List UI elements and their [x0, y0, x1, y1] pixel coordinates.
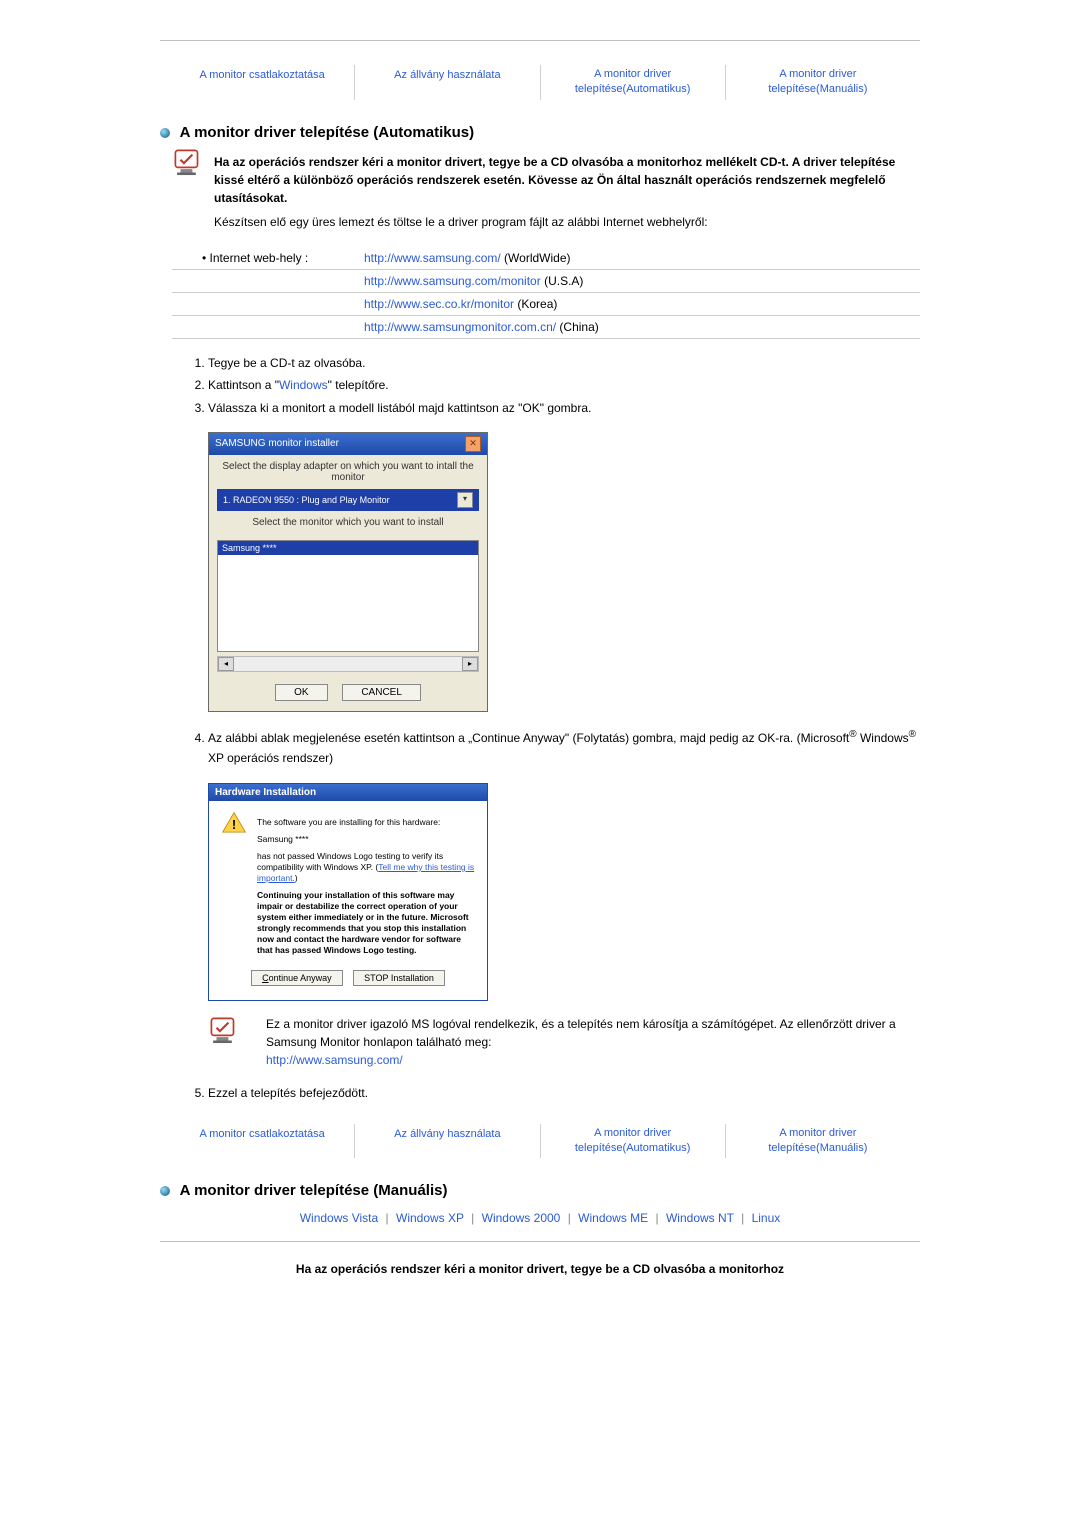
- nav2-manual[interactable]: A monitor driver telepítése(Manuális): [730, 1126, 906, 1157]
- linktable-label: Internet web-hely :: [210, 251, 309, 265]
- hw-line2: Samsung ****: [257, 834, 475, 845]
- hw-line3: has not passed Windows Logo testing to v…: [257, 851, 475, 884]
- hw-line4: Continuing your installation of this sof…: [257, 890, 475, 956]
- close-icon[interactable]: ✕: [465, 436, 481, 452]
- nav2-auto[interactable]: A monitor driver telepítése(Automatikus): [545, 1126, 721, 1157]
- installer-cancel-button[interactable]: CANCEL: [342, 684, 421, 701]
- auto-section-title: A monitor driver telepítése (Automatikus…: [180, 124, 475, 141]
- windows-installer-link[interactable]: Windows: [279, 378, 328, 392]
- os-me[interactable]: Windows ME: [578, 1211, 648, 1225]
- listbox-hscroll[interactable]: ◂ ▸: [217, 656, 479, 672]
- monitor-listbox[interactable]: Samsung ****: [217, 540, 479, 652]
- installer-ok-button[interactable]: OK: [275, 684, 327, 701]
- auto-prep: Készítsen elő egy üres lemezt és töltse …: [214, 213, 920, 231]
- os-2000[interactable]: Windows 2000: [482, 1211, 561, 1225]
- os-linux[interactable]: Linux: [752, 1211, 781, 1225]
- step-3: Válassza ki a monitort a modell listából…: [208, 398, 920, 418]
- link-korea[interactable]: http://www.sec.co.kr/monitor: [364, 297, 514, 311]
- stop-installation-button[interactable]: STOP Installation: [353, 970, 445, 986]
- link-worldwide[interactable]: http://www.samsung.com/: [364, 251, 501, 265]
- link-usa[interactable]: http://www.samsung.com/monitor: [364, 274, 541, 288]
- divider-bottom: [160, 1241, 920, 1242]
- os-xp[interactable]: Windows XP: [396, 1211, 464, 1225]
- scroll-left-icon[interactable]: ◂: [218, 657, 234, 671]
- auto-section-heading: A monitor driver telepítése (Automatikus…: [160, 124, 920, 141]
- link-korea-suffix: (Korea): [514, 297, 557, 311]
- step-4: Az alábbi ablak megjelenése esetén katti…: [208, 726, 920, 769]
- registered-icon: ®: [909, 729, 916, 740]
- warning-icon: !: [221, 811, 247, 833]
- registered-icon: ®: [849, 729, 856, 740]
- continue-anyway-button[interactable]: CContinue Anywayontinue Anyway: [251, 970, 343, 986]
- os-nt[interactable]: Windows NT: [666, 1211, 734, 1225]
- nav-manual[interactable]: A monitor driver telepítése(Manuális): [730, 67, 906, 98]
- internet-links-table: • Internet web-hely : http://www.samsung…: [172, 247, 920, 339]
- nav-auto[interactable]: A monitor driver telepítése(Automatikus): [545, 67, 721, 98]
- auto-warning: Ha az operációs rendszer kéri a monitor …: [214, 153, 920, 207]
- nav2-stand[interactable]: Az állvány használata: [394, 1127, 500, 1142]
- svg-text:!: !: [232, 817, 236, 832]
- steps-list-cont: Az alábbi ablak megjelenése esetén katti…: [208, 726, 920, 769]
- step-2: Kattintson a "Windows" telepítőre.: [208, 375, 920, 395]
- note-link[interactable]: http://www.samsung.com/: [266, 1053, 403, 1067]
- link-china[interactable]: http://www.samsungmonitor.com.cn/: [364, 320, 556, 334]
- nav-stand[interactable]: Az állvány használata: [394, 68, 500, 83]
- monitor-check-icon: [208, 1015, 242, 1052]
- chevron-down-icon[interactable]: ▾: [457, 492, 473, 508]
- hardware-dialog: Hardware Installation ! The software you…: [208, 783, 488, 1002]
- hw-line1: The software you are installing for this…: [257, 817, 475, 828]
- mid-nav: A monitor csatlakoztatása Az állvány has…: [160, 1124, 920, 1159]
- scroll-right-icon[interactable]: ▸: [462, 657, 478, 671]
- link-worldwide-suffix: (WorldWide): [501, 251, 571, 265]
- link-usa-suffix: (U.S.A): [541, 274, 584, 288]
- manual-section-heading: A monitor driver telepítése (Manuális): [160, 1182, 920, 1199]
- step-5: Ezzel a telepítés befejeződött.: [208, 1083, 920, 1103]
- top-nav: A monitor csatlakoztatása Az állvány has…: [160, 65, 920, 100]
- os-vista[interactable]: Windows Vista: [300, 1211, 378, 1225]
- divider-top: [160, 40, 920, 41]
- link-china-suffix: (China): [556, 320, 599, 334]
- bullet-icon: [160, 128, 170, 138]
- steps-list: Tegye be a CD-t az olvasóba. Kattintson …: [208, 353, 920, 418]
- nav-connect[interactable]: A monitor csatlakoztatása: [199, 68, 324, 83]
- installer-window: SAMSUNG monitor installer ✕ Select the d…: [208, 432, 488, 712]
- bullet-icon: [160, 1186, 170, 1196]
- steps-list-final: Ezzel a telepítés befejeződött.: [208, 1083, 920, 1103]
- installer-instr1: Select the display adapter on which you …: [209, 455, 487, 489]
- step-1: Tegye be a CD-t az olvasóba.: [208, 353, 920, 373]
- installer-instr2: Select the monitor which you want to ins…: [209, 511, 487, 534]
- listbox-selected[interactable]: Samsung ****: [218, 541, 478, 555]
- installer-title: SAMSUNG monitor installer: [215, 438, 339, 449]
- adapter-combo[interactable]: 1. RADEON 9550 : Plug and Play Monitor ▾: [217, 489, 479, 511]
- monitor-check-icon: [172, 147, 206, 184]
- nav2-connect[interactable]: A monitor csatlakoztatása: [199, 1127, 324, 1142]
- os-links-row: Windows Vista | Windows XP | Windows 200…: [160, 1211, 920, 1225]
- hw-title: Hardware Installation: [209, 784, 487, 801]
- note-text: Ez a monitor driver igazoló MS logóval r…: [266, 1017, 896, 1049]
- manual-footer: Ha az operációs rendszer kéri a monitor …: [160, 1260, 920, 1278]
- manual-section-title: A monitor driver telepítése (Manuális): [180, 1182, 448, 1199]
